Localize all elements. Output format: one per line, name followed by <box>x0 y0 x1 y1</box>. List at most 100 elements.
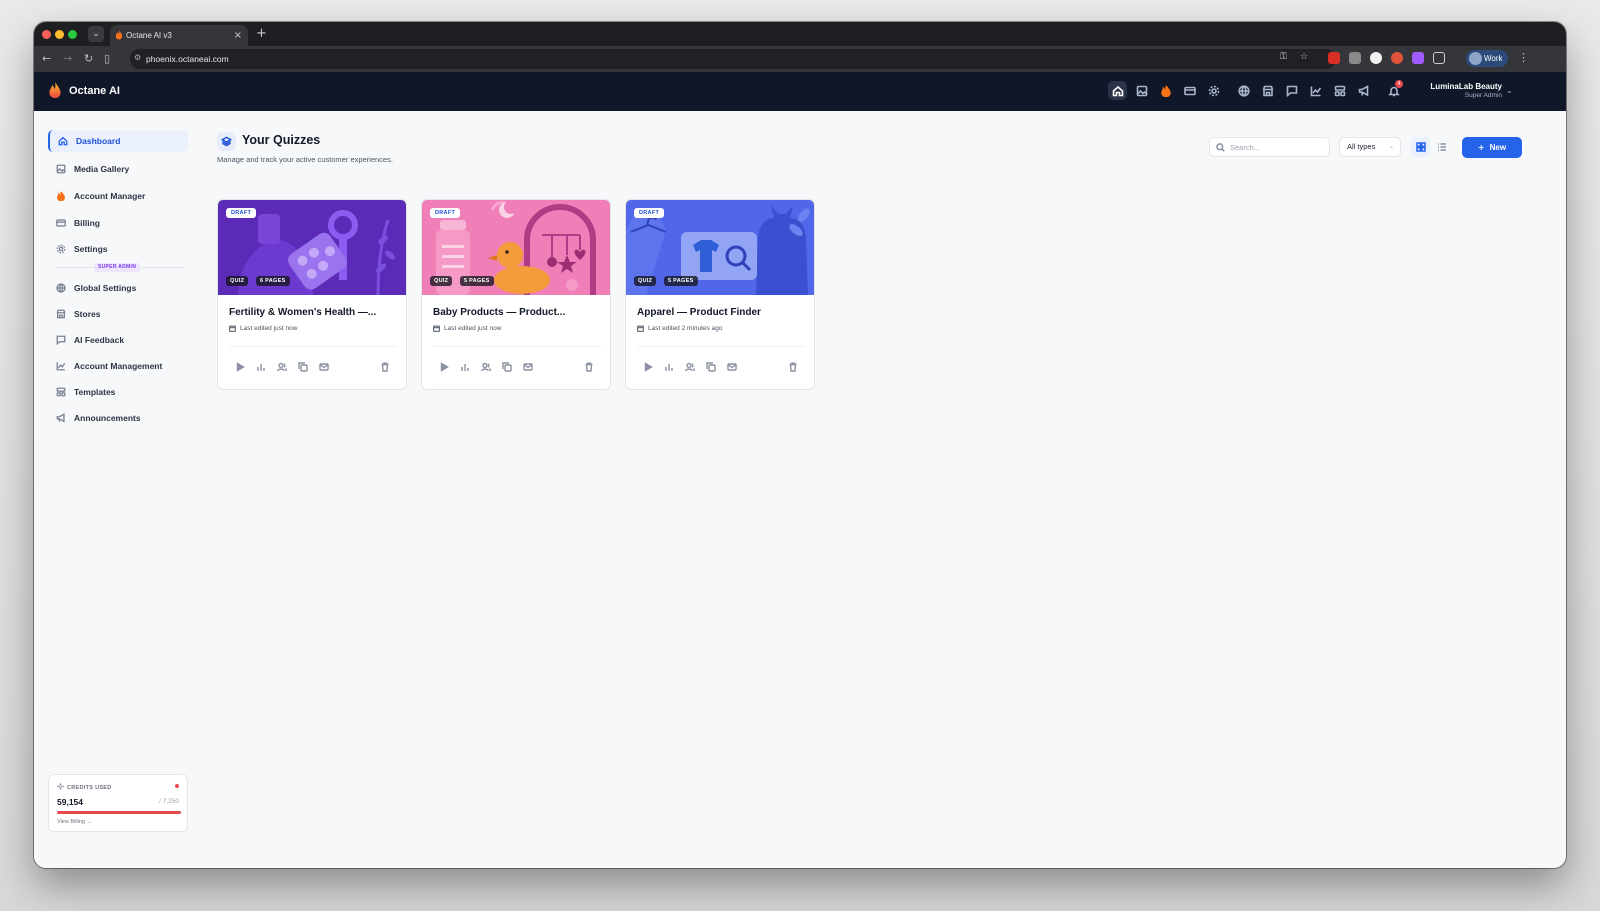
copy-icon <box>705 361 716 372</box>
page-subtitle: Manage and track your active customer ex… <box>217 155 393 164</box>
close-tab-icon[interactable]: × <box>234 25 242 46</box>
sidebar-item-account-manager[interactable]: Account Manager <box>48 185 188 207</box>
profile-extension-icon[interactable] <box>1370 52 1382 64</box>
new-quiz-button[interactable]: + New <box>1462 137 1522 158</box>
card-divider <box>229 346 397 347</box>
megaphone-icon <box>1358 84 1368 96</box>
super-admin-badge: SUPER ADMIN <box>94 263 141 272</box>
forward-icon[interactable]: → <box>63 51 72 67</box>
analytics-button[interactable] <box>458 360 471 373</box>
account-switcher[interactable]: LuminaLab Beauty Super Admin <box>1396 82 1502 99</box>
bar-chart-icon <box>256 363 265 371</box>
quiz-card[interactable]: DRAFT QUIZ 6 PAGES Fertility & Women's H… <box>217 199 407 390</box>
search-box[interactable] <box>1209 137 1330 157</box>
minimize-window-icon[interactable] <box>55 30 64 39</box>
email-button[interactable] <box>317 360 330 373</box>
list-view-toggle[interactable] <box>1432 137 1451 157</box>
duplicate-button[interactable] <box>500 360 513 373</box>
sidebar-item-ai-feedback[interactable]: AI Feedback <box>48 329 188 351</box>
close-window-icon[interactable] <box>42 30 51 39</box>
profile-button[interactable]: Work <box>1466 50 1508 67</box>
layout-icon <box>1334 85 1345 96</box>
delete-button[interactable] <box>786 360 799 373</box>
analytics-button[interactable] <box>662 360 675 373</box>
sidebar-item-label: Account Management <box>74 361 163 371</box>
email-button[interactable] <box>725 360 738 373</box>
analytics-button[interactable] <box>254 360 267 373</box>
figma-extension-icon[interactable] <box>1412 52 1424 64</box>
preview-button[interactable] <box>437 360 450 373</box>
delete-button[interactable] <box>378 360 391 373</box>
key-icon[interactable]: ⚿ <box>1280 52 1287 62</box>
new-tab-icon[interactable]: + <box>256 25 267 43</box>
header-stores-button[interactable] <box>1258 81 1277 100</box>
delete-button[interactable] <box>582 360 595 373</box>
gear-icon <box>56 244 66 254</box>
brand-logo[interactable]: Octane AI <box>48 82 120 99</box>
type-filter-value: All types <box>1347 142 1376 151</box>
grid-view-toggle[interactable] <box>1411 137 1430 157</box>
audience-button[interactable] <box>479 360 492 373</box>
preview-button[interactable] <box>641 360 654 373</box>
store-icon <box>1262 85 1273 96</box>
status-badge: DRAFT <box>634 208 665 218</box>
reload-icon[interactable]: ↻ <box>84 51 93 67</box>
sidebar-item-settings[interactable]: Settings <box>48 238 188 260</box>
quiz-card[interactable]: DRAFT QUIZ 5 PAGES Apparel — Product Fin… <box>625 199 815 390</box>
sidebar-item-media-gallery[interactable]: Media Gallery <box>48 158 188 180</box>
type-badge: QUIZ <box>634 276 657 286</box>
header-account-management-button[interactable] <box>1306 81 1325 100</box>
search-input[interactable] <box>1230 141 1326 154</box>
sidebar-item-announcements[interactable]: Announcements <box>48 407 188 429</box>
chevron-down-icon[interactable]: ⌄ <box>1506 86 1513 95</box>
header-nav: 4 <box>1108 80 1403 100</box>
quiz-title[interactable]: Apparel — Product Finder <box>637 307 807 318</box>
duplicate-button[interactable] <box>296 360 309 373</box>
sidebar-item-templates[interactable]: Templates <box>48 381 188 403</box>
sidebar-item-label: Billing <box>74 218 100 228</box>
sidebar-item-account-management[interactable]: Account Management <box>48 355 188 377</box>
header-global-settings-button[interactable] <box>1234 81 1253 100</box>
preview-button[interactable] <box>233 360 246 373</box>
site-settings-icon[interactable]: ⚙ <box>134 53 141 62</box>
camera-extension-icon[interactable] <box>1349 52 1361 64</box>
header-settings-button[interactable] <box>1204 81 1223 100</box>
flame-icon <box>49 82 61 99</box>
trash-icon <box>585 362 592 372</box>
header-templates-button[interactable] <box>1330 81 1349 100</box>
side-panel-icon[interactable]: ▯ <box>104 51 110 67</box>
duplicate-button[interactable] <box>704 360 717 373</box>
bar-chart-icon <box>664 363 673 371</box>
back-icon[interactable]: ← <box>42 51 51 67</box>
bookmark-star-icon[interactable]: ☆ <box>1300 52 1308 62</box>
quiz-card[interactable]: DRAFT QUIZ 5 PAGES Baby Products — Produ… <box>421 199 611 390</box>
sidebar-item-global-settings[interactable]: Global Settings <box>48 277 188 299</box>
quiz-meta: Last edited just now <box>229 325 297 332</box>
audience-button[interactable] <box>275 360 288 373</box>
quiz-title[interactable]: Fertility & Women's Health —... <box>229 307 399 318</box>
asterisk-extension-icon[interactable] <box>1391 52 1403 64</box>
view-billing-link[interactable]: View Billing → <box>57 819 92 825</box>
sidebar-item-stores[interactable]: Stores <box>48 303 188 325</box>
gmail-extension-icon[interactable] <box>1328 52 1340 64</box>
tab-search-icon[interactable]: ⌄ <box>88 26 104 42</box>
extensions-icon[interactable] <box>1433 52 1445 64</box>
header-home-button[interactable] <box>1108 81 1127 100</box>
type-filter-select[interactable]: All types ⌄ <box>1339 137 1401 157</box>
email-button[interactable] <box>521 360 534 373</box>
quiz-title[interactable]: Baby Products — Product... <box>433 307 603 318</box>
header-account-manager-button[interactable] <box>1156 81 1175 100</box>
header-announcements-button[interactable] <box>1354 81 1373 100</box>
browser-tab[interactable]: Octane AI v3 × <box>110 25 248 46</box>
zoom-window-icon[interactable] <box>68 30 77 39</box>
header-billing-button[interactable] <box>1180 81 1199 100</box>
header-media-button[interactable] <box>1132 81 1151 100</box>
sidebar-item-label: Account Manager <box>74 191 146 201</box>
header-ai-feedback-button[interactable] <box>1282 81 1301 100</box>
sidebar-item-dashboard[interactable]: Dashboard <box>48 130 188 152</box>
sidebar-item-billing[interactable]: Billing <box>48 212 188 234</box>
audience-button[interactable] <box>683 360 696 373</box>
layers-icon <box>221 136 232 147</box>
browser-menu-icon[interactable]: ⋮ <box>1518 51 1529 64</box>
omnibox[interactable]: ⚙ phoenix.octaneai.com ⚿ ☆ <box>130 49 1336 69</box>
